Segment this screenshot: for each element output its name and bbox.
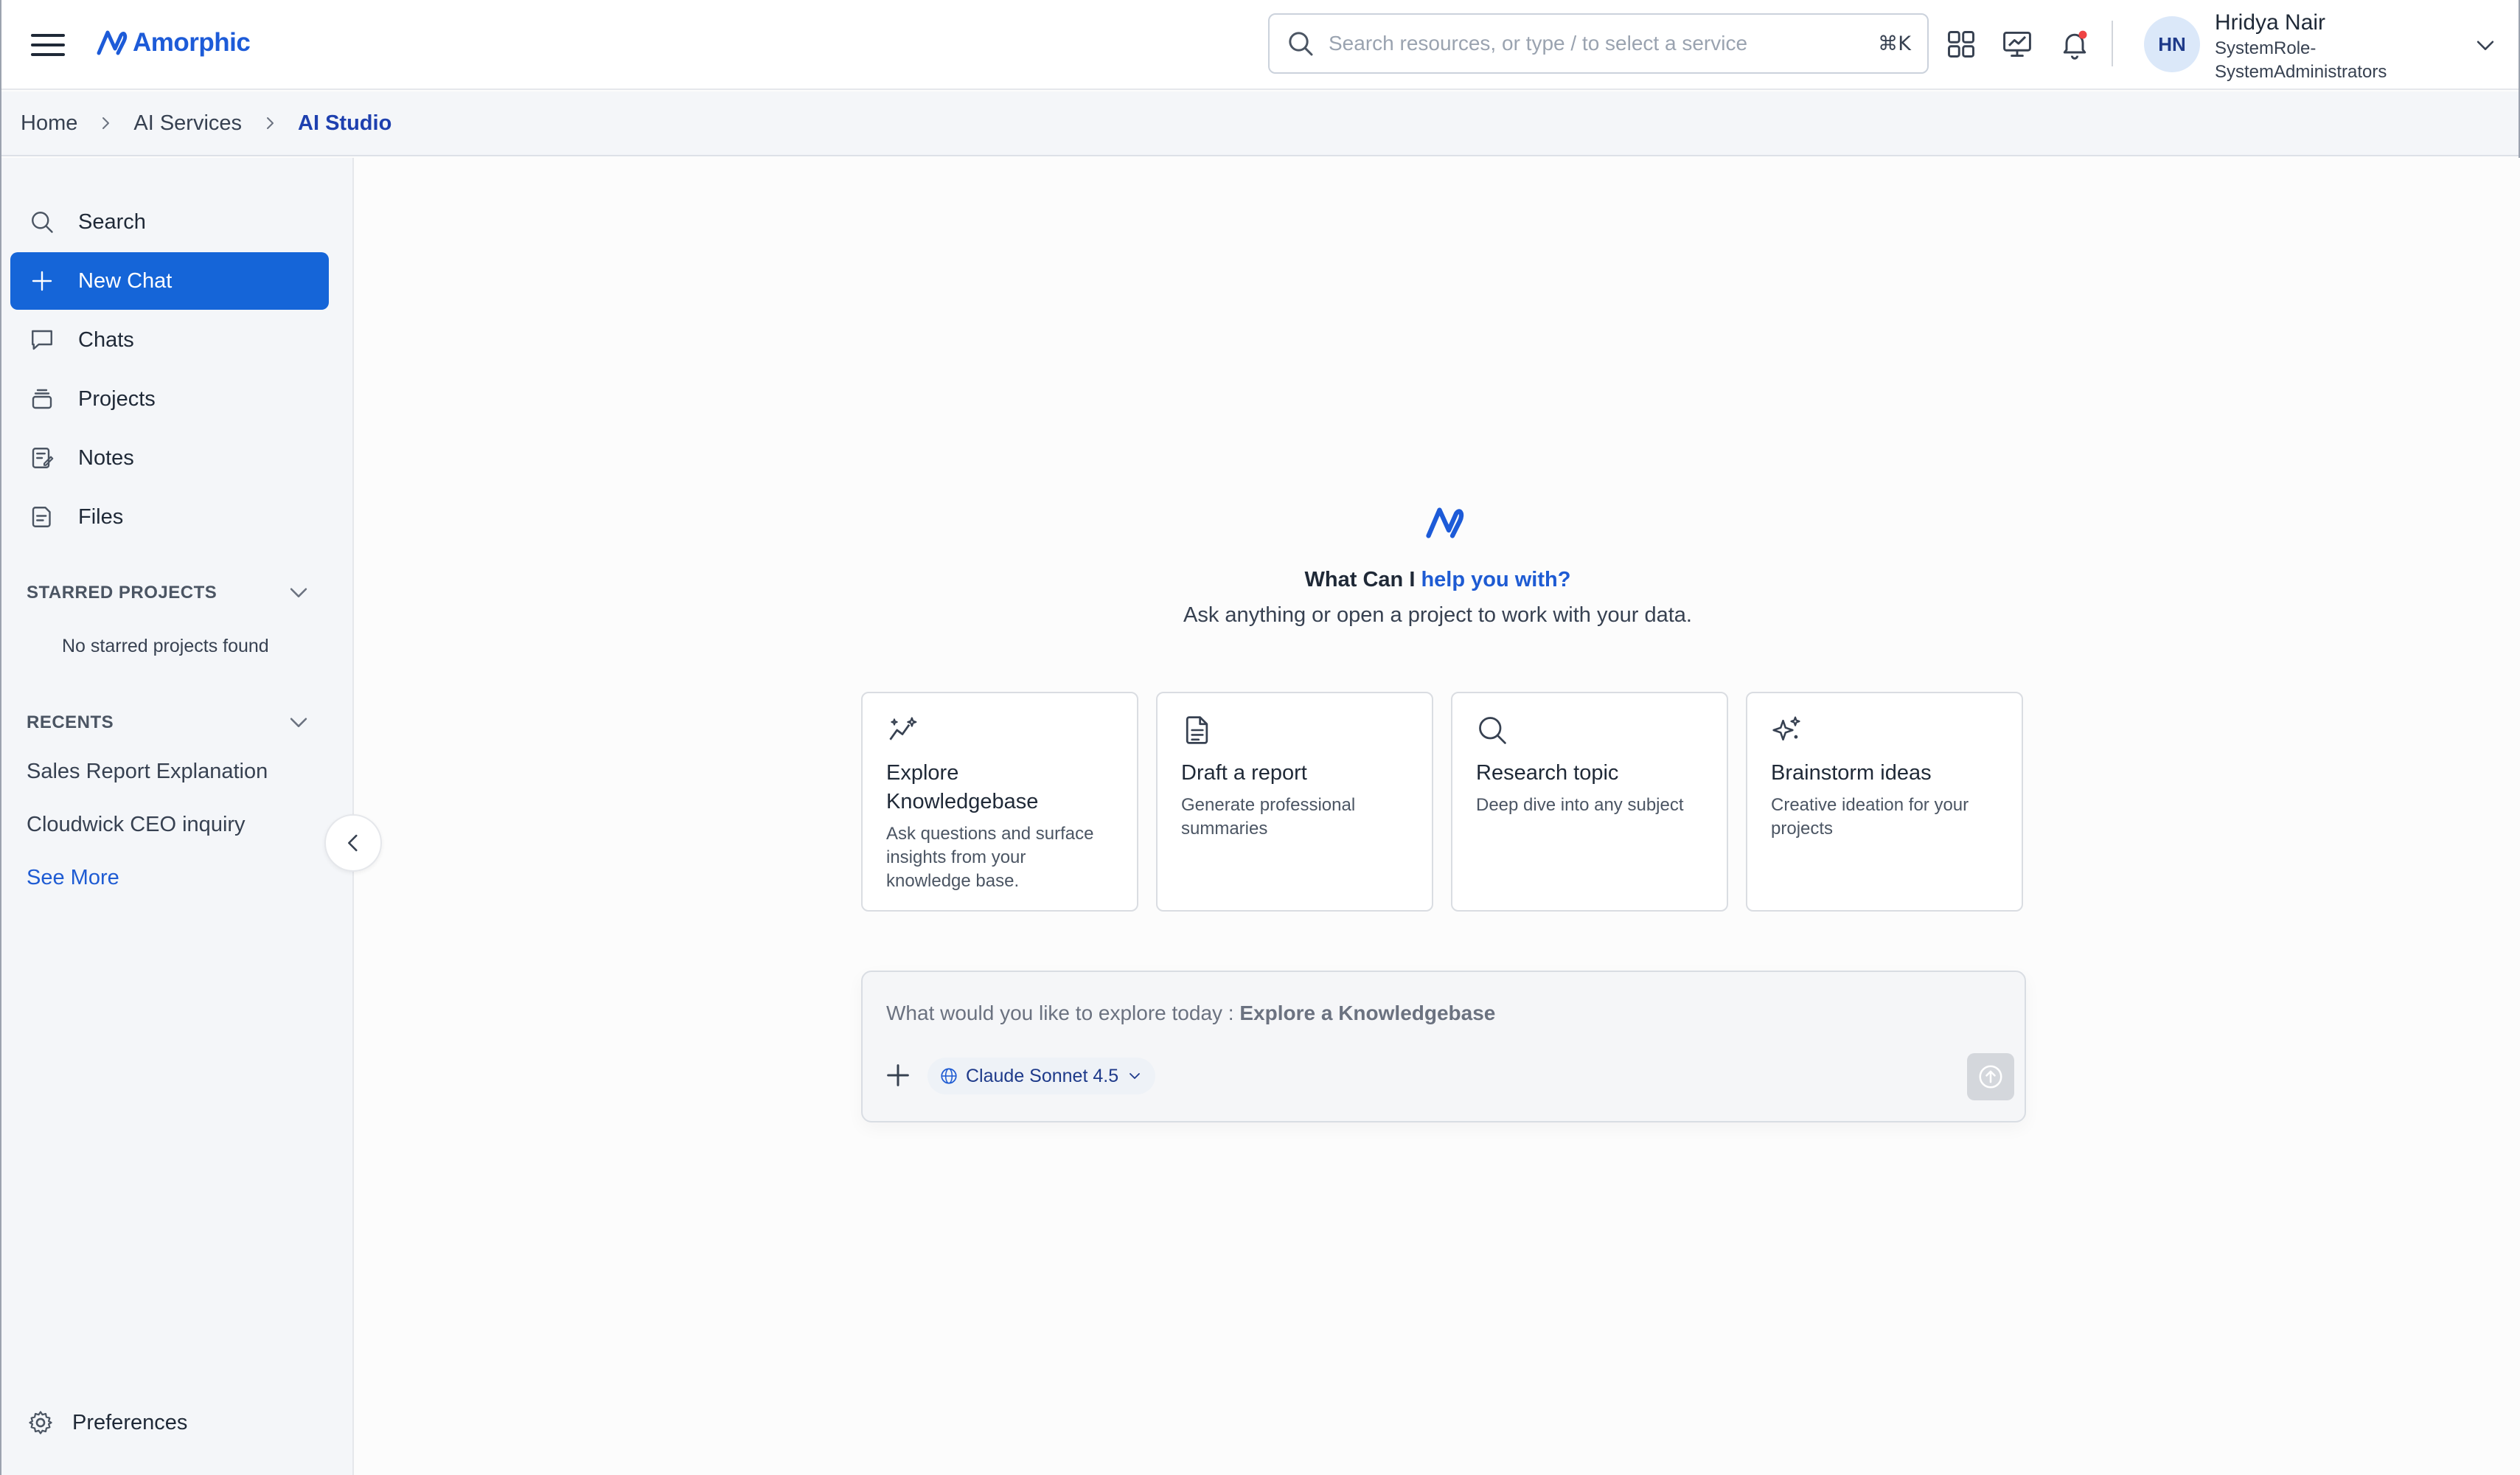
notes-icon <box>28 444 56 472</box>
card-title: Draft a report <box>1181 761 1307 785</box>
starred-empty-text: No starred projects found <box>62 636 269 656</box>
chat-input-mode: Explore a Knowledgebase <box>1239 1002 1496 1024</box>
search-icon <box>28 208 56 236</box>
breadcrumb-home[interactable]: Home <box>21 111 77 136</box>
chevron-down-icon[interactable] <box>286 709 311 735</box>
chat-composer: What would you like to explore today : E… <box>861 971 2026 1122</box>
sidebar: Search New Chat Chats Projects Notes Fil… <box>1 158 354 1475</box>
chevron-down-icon[interactable] <box>286 580 311 605</box>
hero-title-highlight: help you with? <box>1421 568 1571 591</box>
sidebar-item-label: Files <box>78 504 124 529</box>
preferences-button[interactable]: Preferences <box>27 1409 187 1437</box>
send-button[interactable] <box>1967 1053 2014 1100</box>
sidebar-item-files[interactable]: Files <box>10 488 329 546</box>
sidebar-item-projects[interactable]: Projects <box>10 370 329 428</box>
files-icon <box>28 503 56 531</box>
sidebar-item-label: Projects <box>78 386 156 411</box>
sidebar-item-label: New Chat <box>78 268 173 293</box>
amorphic-logo-icon <box>97 30 128 55</box>
hero-subtitle: Ask anything or open a project to work w… <box>1183 603 1692 627</box>
user-info[interactable]: Hridya Nair SystemRole- SystemAdministra… <box>2215 9 2387 84</box>
search-shortcut: ⌘K <box>1878 32 1911 55</box>
card-description: Deep dive into any subject <box>1476 795 1684 815</box>
sidebar-item-notes[interactable]: Notes <box>10 429 329 487</box>
hero-title-prefix: What Can I <box>1304 568 1416 591</box>
global-search-box[interactable]: ⌘K <box>1268 13 1929 74</box>
sparkle-chart-icon <box>889 717 917 740</box>
card-description: Generate professional summaries <box>1181 795 1356 839</box>
sidebar-item-chats[interactable]: Chats <box>10 311 329 369</box>
projects-stack-icon <box>28 385 56 413</box>
sidebar-item-label: Notes <box>78 445 134 470</box>
chat-input-placeholder: What would you like to explore today : <box>886 1002 1234 1024</box>
analytics-monitor-icon[interactable] <box>1998 25 2036 63</box>
app-window: Amorphic ⌘K HN Hridya Nair SystemRole- S… <box>0 0 2520 1475</box>
header-divider <box>2112 21 2113 66</box>
sidebar-item-label: Chats <box>78 327 134 352</box>
search-icon <box>1479 717 1506 744</box>
chat-input[interactable]: What would you like to explore today : E… <box>886 1002 1918 1025</box>
card-explore-knowledgebase[interactable]: Explore Knowledgebase Ask questions and … <box>861 692 1138 912</box>
user-name: Hridya Nair <box>2215 10 2326 35</box>
global-search-input[interactable] <box>1329 32 1879 55</box>
model-name: Claude Sonnet 4.5 <box>966 1065 1119 1086</box>
recent-item-cloudwick-ceo[interactable]: Cloudwick CEO inquiry <box>27 813 246 837</box>
card-research-topic[interactable]: Research topic Deep dive into any subjec… <box>1451 692 1728 912</box>
sparkles-icon <box>1772 716 1800 741</box>
chevron-down-icon <box>1130 1073 1141 1079</box>
top-bar: Amorphic ⌘K HN Hridya Nair SystemRole- S… <box>1 0 2519 90</box>
recents-title: RECENTS <box>27 712 114 732</box>
apps-grid-icon[interactable] <box>1942 25 1980 63</box>
sidebar-item-search[interactable]: Search <box>10 193 329 251</box>
main-content: What Can I help you with? Ask anything o… <box>355 158 2520 1475</box>
user-role-line2: SystemAdministrators <box>2215 62 2387 82</box>
card-title: Research topic <box>1476 761 1619 785</box>
document-icon <box>1186 716 1208 744</box>
user-role-line1: SystemRole- <box>2215 38 2317 58</box>
breadcrumb-ai-services[interactable]: AI Services <box>133 111 242 136</box>
plus-icon <box>28 267 56 295</box>
chevron-right-icon <box>102 117 110 129</box>
preferences-label: Preferences <box>72 1410 188 1434</box>
card-draft-report[interactable]: Draft a report Generate professional sum… <box>1156 692 1433 912</box>
chevron-down-icon[interactable] <box>2473 32 2498 58</box>
card-title: Explore Knowledgebase <box>886 761 1039 813</box>
menu-icon[interactable] <box>31 28 65 62</box>
collapse-sidebar-button[interactable] <box>324 814 382 872</box>
card-brainstorm-ideas[interactable]: Brainstorm ideas Creative ideation for y… <box>1746 692 2023 912</box>
card-description: Creative ideation for your projects <box>1771 795 1969 839</box>
sidebar-item-label: Search <box>78 209 146 234</box>
avatar[interactable]: HN <box>2144 16 2200 72</box>
model-selector[interactable]: Claude Sonnet 4.5 <box>927 1058 1156 1094</box>
amorphic-logo-icon <box>1426 507 1464 538</box>
globe-icon <box>941 1068 957 1084</box>
recent-item-sales-report[interactable]: Sales Report Explanation <box>27 760 268 784</box>
notification-bell-icon[interactable] <box>2056 25 2094 63</box>
gear-icon <box>27 1409 55 1437</box>
chevron-right-icon <box>267 117 274 129</box>
chat-bubble-icon <box>28 326 56 354</box>
card-title: Brainstorm ideas <box>1771 761 1932 785</box>
brand-logo[interactable]: Amorphic <box>96 21 251 65</box>
arrow-up-icon <box>1979 1065 2002 1089</box>
see-more-link[interactable]: See More <box>27 866 119 890</box>
sidebar-item-new-chat[interactable]: New Chat <box>10 252 329 310</box>
breadcrumb-ai-studio: AI Studio <box>298 111 392 135</box>
chevron-left-icon <box>348 834 358 852</box>
card-description: Ask questions and surface insights from … <box>886 824 1094 891</box>
hero-title: What Can I help you with? <box>355 568 2520 592</box>
search-icon <box>1289 32 1313 56</box>
starred-projects-title: STARRED PROJECTS <box>27 583 217 603</box>
breadcrumb: Home AI Services AI Studio <box>1 91 2519 156</box>
add-attachment-icon[interactable] <box>883 1061 913 1090</box>
brand-name: Amorphic <box>133 28 251 57</box>
